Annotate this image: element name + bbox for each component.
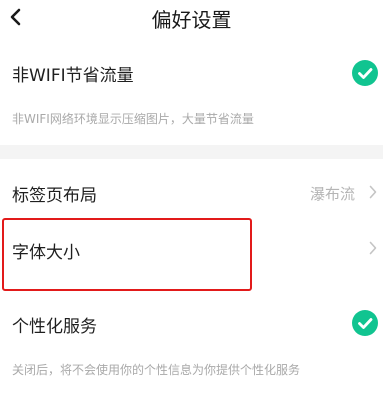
tab-layout-label: 标签页布局 bbox=[12, 186, 97, 206]
personalization-label: 个性化服务 bbox=[12, 317, 97, 337]
chevron-right-icon bbox=[368, 240, 378, 256]
wifi-saver-check-icon[interactable] bbox=[352, 60, 378, 86]
section-divider bbox=[0, 145, 383, 159]
wifi-saver-row[interactable]: 非WIFI节省流量 非WIFI网络环境显示压缩图片，大量节省流量 bbox=[0, 52, 383, 145]
wifi-saver-label: 非WIFI节省流量 bbox=[12, 66, 134, 86]
personalization-row[interactable]: 个性化服务 关闭后，将不会使用你的个性信息为你提供个性化服务 bbox=[0, 295, 383, 395]
tab-layout-row[interactable]: 标签页布局 瀑布流 bbox=[0, 165, 383, 217]
highlight-box bbox=[2, 218, 252, 291]
tab-layout-value: 瀑布流 bbox=[309, 185, 355, 203]
chevron-right-icon bbox=[368, 184, 378, 200]
wifi-saver-description: 非WIFI网络环境显示压缩图片，大量节省流量 bbox=[12, 112, 254, 126]
personalization-description: 关闭后，将不会使用你的个性信息为你提供个性化服务 bbox=[12, 363, 301, 377]
header: 偏好设置 bbox=[0, 0, 383, 38]
personalization-check-icon[interactable] bbox=[352, 310, 378, 336]
page-title: 偏好设置 bbox=[151, 8, 232, 32]
